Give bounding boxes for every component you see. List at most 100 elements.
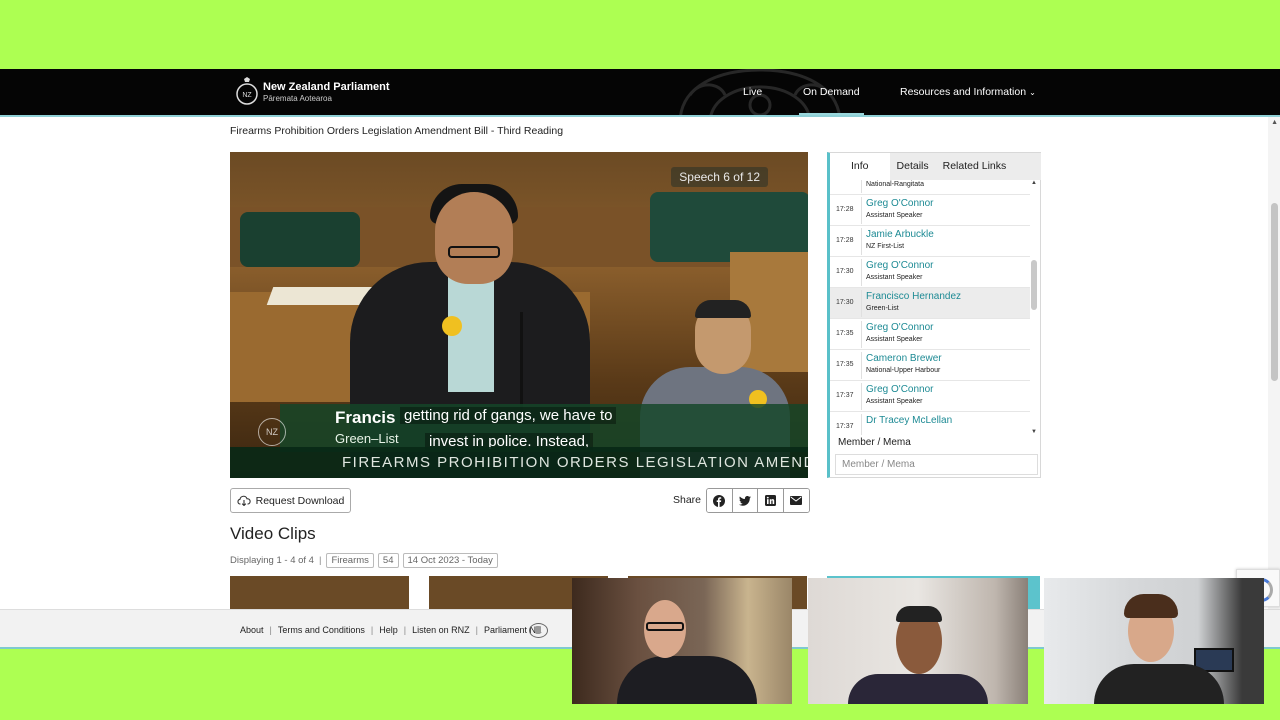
speaker-role: Assistant Speaker xyxy=(866,212,923,219)
speaker-role: National-Rangitata xyxy=(866,181,924,188)
site-header: NZ New Zealand Parliament Pāremata Aotea… xyxy=(0,69,1280,117)
speaker-list[interactable]: 17:26James MeagerNational-Rangitata17:28… xyxy=(830,180,1041,435)
person-body xyxy=(1094,664,1224,704)
speaker-row[interactable]: 17:30 Greg O'Connor Assistant Speaker xyxy=(830,257,1030,288)
divider xyxy=(861,197,862,224)
video-clips-heading: Video Clips xyxy=(230,524,316,543)
request-download-button[interactable]: Request Download xyxy=(230,488,351,513)
speaker-party-overlay: Green–List xyxy=(335,431,399,446)
person-hair xyxy=(896,606,942,622)
speaker-row[interactable]: 17:28 Jamie Arbuckle NZ First-List xyxy=(830,226,1030,257)
nav-live[interactable]: Live xyxy=(743,69,762,115)
speaker-name[interactable]: Greg O'Connor xyxy=(866,198,934,209)
panel-tabs: Info Details Related Links xyxy=(830,153,1041,180)
speaker-name[interactable]: Greg O'Connor xyxy=(866,260,934,271)
divider: | xyxy=(269,625,272,635)
speaker-row[interactable]: 17:26James MeagerNational-Rangitata xyxy=(830,180,1030,195)
person-hair xyxy=(1124,594,1178,618)
video-player[interactable]: Speech 6 of 12 Francis Green–List gettin… xyxy=(230,152,808,478)
person-glasses xyxy=(646,622,684,631)
webcam-feed-2 xyxy=(808,578,1028,704)
speaker-role: Assistant Speaker xyxy=(866,336,923,343)
share-twitter-button[interactable] xyxy=(732,489,758,512)
speaker-time: 17:30 xyxy=(836,268,854,275)
nav-resources-label: Resources and Information xyxy=(900,86,1027,98)
tab-details[interactable]: Details xyxy=(890,153,936,180)
share-linkedin-button[interactable] xyxy=(758,489,784,512)
speaker-time: 17:28 xyxy=(836,237,854,244)
filter-chip-date-range[interactable]: 14 Oct 2023 - Today xyxy=(402,553,498,568)
speaker-time: 17:26 xyxy=(836,180,854,182)
facebook-icon xyxy=(713,494,726,507)
speaker-list-scroll-thumb[interactable] xyxy=(1031,260,1037,310)
filter-chip-topic[interactable]: Firearms xyxy=(326,553,374,568)
share-facebook-button[interactable] xyxy=(707,489,733,512)
seat xyxy=(240,212,360,267)
speaker-name[interactable]: Jamie Arbuckle xyxy=(866,229,934,240)
speaker-time: 17:37 xyxy=(836,423,854,430)
speaker-name[interactable]: Cameron Brewer xyxy=(866,353,942,364)
crest-icon: NZ xyxy=(236,77,258,105)
speaker-row[interactable]: 17:28 Greg O'Connor Assistant Speaker xyxy=(830,195,1030,226)
speaker-time: 17:28 xyxy=(836,206,854,213)
parliament-emblem-icon[interactable] xyxy=(529,623,548,638)
nav-resources[interactable]: Resources and Information ⌄ xyxy=(900,69,1036,115)
speaker-name-overlay: Francis xyxy=(335,408,396,427)
speaker-head xyxy=(435,192,513,284)
speaker-time: 17:35 xyxy=(836,361,854,368)
footer-link-rnz[interactable]: Listen on RNZ xyxy=(412,625,470,635)
speaker-time: 17:30 xyxy=(836,299,854,306)
nav-on-demand[interactable]: On Demand xyxy=(799,69,864,115)
filter-chip-parliament[interactable]: 54 xyxy=(377,553,399,568)
logo-title: New Zealand Parliament xyxy=(263,80,390,93)
speaker-role: NZ First-List xyxy=(866,243,905,250)
divider xyxy=(861,259,862,286)
clips-filter-row: Displaying 1 - 4 of 4 | Firearms 54 14 O… xyxy=(230,553,498,568)
speaker-name[interactable]: Francisco Hernandez xyxy=(866,291,961,302)
chevron-down-icon: ⌄ xyxy=(1029,87,1036,97)
member-filter-input[interactable] xyxy=(835,454,1038,475)
tab-info[interactable]: Info xyxy=(830,153,890,180)
caption-line-1: getting rid of gangs, we have to xyxy=(400,407,617,424)
speaker-row[interactable]: 17:37 Greg O'Connor Assistant Speaker xyxy=(830,381,1030,412)
divider xyxy=(861,180,862,193)
nav-live-label: Live xyxy=(743,86,763,98)
speaker-name[interactable]: Greg O'Connor xyxy=(866,384,934,395)
email-icon xyxy=(790,496,803,505)
scroll-up-icon[interactable]: ▲ xyxy=(1271,119,1278,126)
footer-link-terms[interactable]: Terms and Conditions xyxy=(278,625,365,635)
speaker-row[interactable]: 17:37 Dr Tracey McLellan xyxy=(830,412,1030,435)
speaker-glasses xyxy=(448,246,500,258)
divider: | xyxy=(403,625,407,635)
share-email-button[interactable] xyxy=(783,489,809,512)
linkedin-icon xyxy=(764,495,776,506)
bill-ticker: FIREARMS PROHIBITION ORDERS LEGISLATION … xyxy=(230,447,808,478)
nav-on-demand-label: On Demand xyxy=(803,86,860,98)
speaker-role: Assistant Speaker xyxy=(866,274,923,281)
member-filter-label: Member / Mema xyxy=(838,437,911,448)
footer-links: About | Terms and Conditions | Help | Li… xyxy=(240,625,542,635)
speaker-name[interactable]: Greg O'Connor xyxy=(866,322,934,333)
speaker-row[interactable]: 17:35 Greg O'Connor Assistant Speaker xyxy=(830,319,1030,350)
footer-link-help[interactable]: Help xyxy=(379,625,398,635)
tab-related-links[interactable]: Related Links xyxy=(936,153,1014,180)
scroll-up-icon[interactable]: ▲ xyxy=(1031,180,1037,186)
speaker-row[interactable]: 17:30 Francisco Hernandez Green-List xyxy=(830,288,1030,319)
speaker-time: 17:37 xyxy=(836,392,854,399)
webcam-feed-3 xyxy=(1044,578,1264,704)
twitter-icon xyxy=(738,495,751,506)
person-body xyxy=(848,674,988,704)
clips-count: Displaying 1 - 4 of 4 xyxy=(230,555,314,566)
daffodil-pin xyxy=(442,316,462,336)
page-scroll-thumb[interactable] xyxy=(1271,203,1278,381)
speaker-name[interactable]: Dr Tracey McLellan xyxy=(866,415,952,426)
parliament-logo[interactable]: NZ New Zealand Parliament Pāremata Aotea… xyxy=(236,77,390,107)
scroll-down-icon[interactable]: ▼ xyxy=(1031,429,1037,435)
divider: | xyxy=(318,555,322,566)
footer-link-about[interactable]: About xyxy=(240,625,264,635)
cloud-download-icon xyxy=(237,495,251,506)
bill-title: Firearms Prohibition Orders Legislation … xyxy=(230,125,564,137)
speaker-list-scrollbar[interactable]: ▲ ▼ xyxy=(1030,180,1038,435)
svg-text:NZ: NZ xyxy=(242,92,252,99)
speaker-row[interactable]: 17:35 Cameron Brewer National-Upper Harbou… xyxy=(830,350,1030,381)
